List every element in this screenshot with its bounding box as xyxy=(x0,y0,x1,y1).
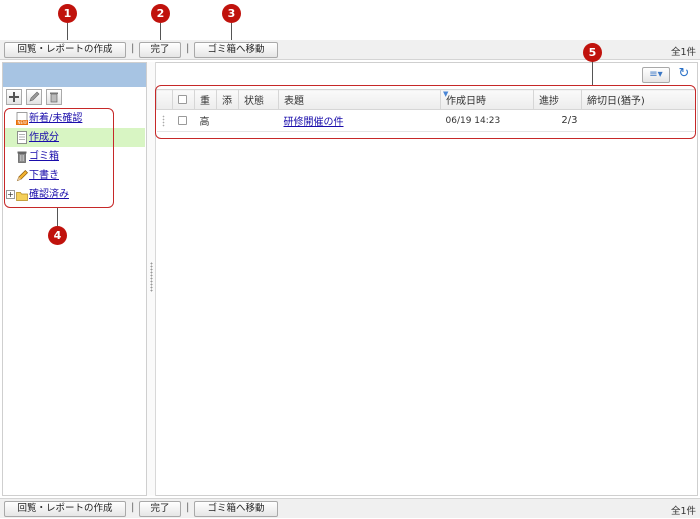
toolbar-separator: | xyxy=(131,43,135,54)
callout-1: 1 xyxy=(58,4,77,23)
item-count: 全1件 xyxy=(670,47,696,58)
callout-3: 3 xyxy=(222,4,241,23)
complete-button[interactable]: 完了 xyxy=(139,501,181,517)
item-count: 全1件 xyxy=(670,506,696,517)
callout-2: 2 xyxy=(151,4,170,23)
toolbar-separator: | xyxy=(186,502,190,513)
move-to-trash-button[interactable]: ゴミ箱へ移動 xyxy=(194,42,278,58)
callout-5: 5 xyxy=(583,43,602,62)
splitter-grip[interactable] xyxy=(150,262,153,292)
edit-folder-icon[interactable] xyxy=(26,89,43,105)
callout-2-line xyxy=(160,23,161,41)
callout-4: 4 xyxy=(48,226,67,245)
folder-pane-header xyxy=(3,63,146,87)
delete-folder-icon[interactable] xyxy=(46,89,63,105)
callout-1-line xyxy=(67,23,68,41)
add-folder-icon[interactable] xyxy=(6,89,22,105)
bottom-toolbar: 回覧・レポートの作成 | 完了 | ゴミ箱へ移動 全1件 xyxy=(0,498,700,518)
create-circular-button[interactable]: 回覧・レポートの作成 xyxy=(4,42,126,58)
refresh-icon[interactable]: ↻ xyxy=(676,66,692,82)
highlight-folder-tree xyxy=(4,108,114,208)
complete-button[interactable]: 完了 xyxy=(139,42,181,58)
toolbar-separator: | xyxy=(131,502,135,513)
callout-4-line xyxy=(57,208,58,226)
highlight-list xyxy=(155,85,696,139)
toolbar-separator: | xyxy=(186,43,190,54)
callout-3-line xyxy=(231,23,232,41)
create-circular-button[interactable]: 回覧・レポートの作成 xyxy=(4,501,126,517)
move-to-trash-button[interactable]: ゴミ箱へ移動 xyxy=(194,501,278,517)
folder-tools xyxy=(6,89,63,107)
callout-5-line xyxy=(592,61,593,85)
list-view-icon: ≡▾ xyxy=(649,69,663,80)
view-options-button[interactable]: ≡▾ xyxy=(642,67,670,83)
